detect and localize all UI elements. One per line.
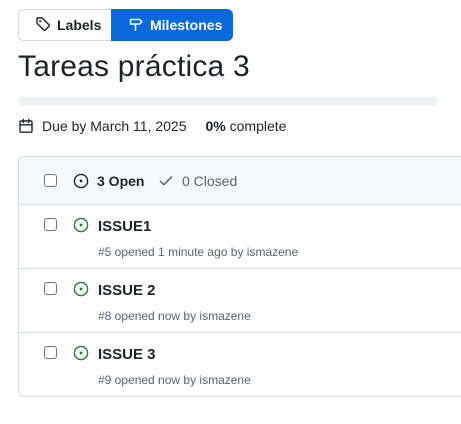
select-all-checkbox[interactable]	[44, 174, 57, 187]
issue-checkbox[interactable]	[44, 218, 57, 231]
issue-meta: #9 opened now by ismazene	[98, 373, 251, 387]
labels-tab-label: Labels	[57, 17, 102, 33]
issues-list: 3 Open 0 Closed ISSUE1 #5 opened 1 minut…	[18, 156, 461, 397]
issue-title-link[interactable]: ISSUE1	[98, 218, 151, 235]
tag-icon	[35, 16, 51, 35]
open-issues-label: 3 Open	[97, 172, 145, 189]
open-issues-filter[interactable]: 3 Open	[73, 173, 144, 189]
milestones-tab-label: Milestones	[150, 17, 223, 33]
milestone-progress-bar	[18, 97, 438, 106]
issue-title-link[interactable]: ISSUE 2	[98, 282, 156, 299]
issue-title-link[interactable]: ISSUE 3	[98, 346, 156, 363]
issue-row: ISSUE 2 #8 opened now by ismazene	[19, 269, 461, 333]
labels-milestones-tabs: Labels Milestones	[18, 9, 233, 41]
completion-percent: 0%	[205, 118, 226, 134]
closed-issues-label: 0 Closed	[182, 172, 238, 189]
milestone-title: Tareas práctica 3	[18, 50, 250, 83]
milestone-meta: Due by March 11, 2025 0% complete	[18, 118, 286, 134]
issue-opened-icon	[73, 345, 89, 361]
issue-opened-icon	[73, 217, 89, 233]
closed-issues-filter[interactable]: 0 Closed	[158, 173, 237, 189]
issue-meta: #8 opened now by ismazene	[98, 309, 251, 323]
calendar-icon	[18, 118, 34, 134]
issue-opened-icon	[73, 281, 89, 297]
labels-tab[interactable]: Labels	[18, 9, 111, 41]
completion-status: 0% complete	[206, 118, 287, 134]
check-icon	[158, 173, 174, 189]
issue-row: ISSUE1 #5 opened 1 minute ago by ismazen…	[19, 205, 461, 269]
due-date: Due by March 11, 2025	[42, 118, 187, 134]
milestone-icon	[128, 16, 144, 35]
issues-list-header: 3 Open 0 Closed	[19, 157, 461, 205]
issue-row: ISSUE 3 #9 opened now by ismazene	[19, 333, 461, 397]
milestones-tab[interactable]: Milestones	[111, 9, 233, 41]
issue-checkbox[interactable]	[44, 346, 57, 359]
completion-label: complete	[229, 118, 287, 134]
issue-checkbox[interactable]	[44, 282, 57, 295]
issue-meta: #5 opened 1 minute ago by ismazene	[98, 245, 299, 259]
issue-opened-icon	[73, 173, 89, 189]
